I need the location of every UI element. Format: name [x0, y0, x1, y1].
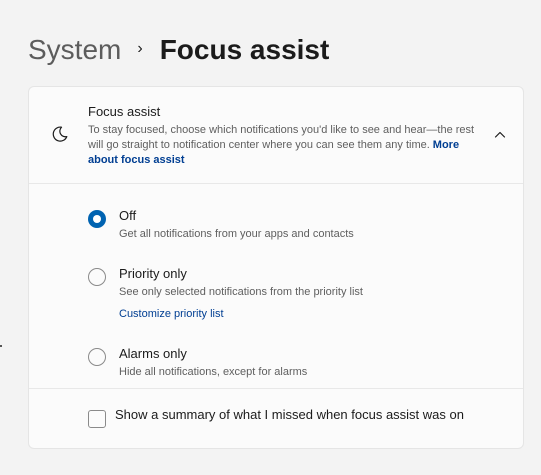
breadcrumb-separator: › [137, 40, 143, 57]
focus-assist-options: Off Get all notifications from your apps… [29, 184, 523, 389]
page-title: Focus assist [159, 34, 330, 65]
moon-icon [52, 126, 68, 142]
option-off-label: Off [119, 208, 137, 223]
focus-assist-description-text: To stay focused, choose which notificati… [88, 124, 475, 151]
chevron-up-icon[interactable] [494, 129, 506, 141]
option-off-description: Get all notifications from your apps and… [119, 228, 354, 240]
summary-checkbox-label: Show a summary of what I missed when foc… [115, 407, 464, 422]
option-priority-only-description: See only selected notifications from the… [119, 286, 363, 298]
summary-row[interactable]: Show a summary of what I missed when foc… [29, 389, 523, 448]
option-alarms-only-description: Hide all notifications, except for alarm… [119, 366, 308, 378]
focus-assist-header[interactable]: Focus assist To stay focused, choose whi… [29, 87, 523, 184]
focus-assist-title: Focus assist [88, 104, 161, 119]
radio-alarms-only[interactable] [88, 348, 106, 366]
option-alarms-only-label: Alarms only [119, 346, 187, 361]
edge-artifact [0, 345, 2, 347]
customize-priority-list-link[interactable]: Customize priority list [119, 308, 224, 320]
option-priority-only-label: Priority only [119, 266, 187, 281]
breadcrumb: System › Focus assist [28, 30, 329, 70]
radio-off[interactable] [88, 210, 106, 228]
summary-checkbox[interactable] [88, 410, 106, 428]
focus-assist-description: To stay focused, choose which notificati… [88, 123, 482, 168]
radio-priority-only[interactable] [88, 268, 106, 286]
breadcrumb-system[interactable]: System [28, 30, 121, 70]
focus-assist-card: Focus assist To stay focused, choose whi… [28, 86, 524, 449]
